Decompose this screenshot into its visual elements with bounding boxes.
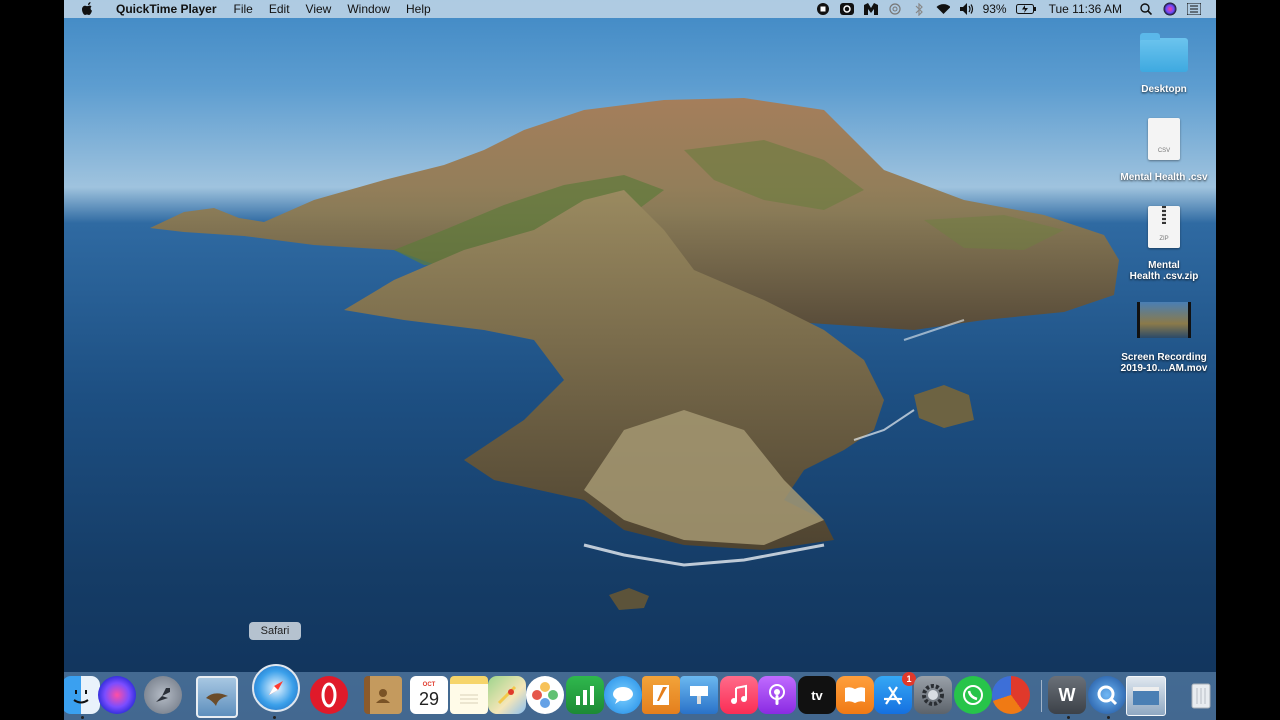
desktop-item-label: Desktopn [1141,84,1187,95]
desktop-item-video[interactable]: Screen Recording 2019-10....AM.mov [1116,302,1212,374]
desktop-item-label-line1: Screen Recording [1121,352,1207,363]
open-book-icon [845,687,865,703]
dock-keynote[interactable] [680,676,718,714]
speech-bubble-icon [613,687,633,704]
dock-contacts[interactable] [364,676,402,714]
dock-notes[interactable] [450,676,488,714]
dock-messages[interactable] [604,676,642,714]
dock-finder[interactable] [64,676,100,714]
volume-icon[interactable] [959,2,974,16]
spotlight-search-icon[interactable] [1139,2,1153,16]
app-name-menu[interactable]: QuickTime Player [108,0,226,18]
dock-apple-tv[interactable]: tv [798,676,836,714]
w-app-label: W [1058,684,1076,705]
dock-trash[interactable] [1182,676,1216,714]
dock-screenshot-window[interactable] [1126,676,1166,716]
creative-cloud-icon[interactable] [839,2,854,16]
file-type-tag: CSV [1157,148,1171,154]
dock-tooltip: Safari [249,622,301,640]
rocket-icon [156,688,170,702]
desktop-item-zip[interactable]: ZIP Mental Health .csv.zip [1116,206,1212,282]
podium-icon [690,686,708,704]
podcast-icon [769,684,785,705]
desktop-item-label-line1: Mental [1148,260,1180,271]
gear-icon [922,684,944,706]
calendar-month: OCT [422,682,436,688]
menu-view[interactable]: View [298,0,340,18]
compass-icon [269,681,283,695]
zip-file-icon: ZIP [1148,206,1180,248]
quicktime-icon [1097,685,1118,706]
file-type-tag: ZIP [1159,236,1169,242]
apple-menu-icon[interactable] [80,2,96,16]
dock-numbers[interactable] [566,676,604,714]
finder-icon [73,690,89,704]
menu-help[interactable]: Help [398,0,439,18]
video-file-icon [1137,302,1191,338]
music-note-icon [731,684,747,704]
window-thumbnail-icon [1133,687,1159,705]
desktop-item-folder[interactable]: Desktopn [1116,33,1212,95]
desktop-item-label: Mental Health .csv [1120,172,1208,183]
dock-pages[interactable] [642,676,680,714]
dock-maps[interactable] [488,676,526,714]
screen-record-stop-icon[interactable] [816,2,830,16]
contacts-icon [376,689,390,703]
dock-calendar[interactable]: OCT 29 [410,676,448,714]
bluetooth-icon[interactable] [912,2,926,16]
battery-charging-icon[interactable] [1015,2,1036,16]
photos-flower-icon [532,682,558,708]
menu-bar: QuickTime Player File Edit View Window H… [64,0,1216,18]
trash-icon [1191,683,1211,709]
whatsapp-icon [963,685,983,705]
dock-system-preferences[interactable] [914,676,952,714]
menu-window[interactable]: Window [339,0,398,18]
wifi-icon[interactable] [936,2,950,16]
dock-separator [1041,680,1042,712]
menu-edit[interactable]: Edit [261,0,298,18]
dock-pie-chart-app[interactable] [992,676,1030,714]
folder-icon [1140,33,1188,72]
calendar-day: 29 [418,689,440,709]
desktop-item-label-line2: 2019-10....AM.mov [1120,363,1208,374]
malwarebytes-icon[interactable] [863,2,878,16]
dock-books[interactable] [836,676,874,714]
desktop-item-csv[interactable]: CSV Mental Health .csv [1116,118,1212,183]
dock-podcasts[interactable] [758,676,796,714]
dock-mail[interactable] [196,676,238,718]
opera-icon [321,682,337,708]
dock-running-dot [1067,716,1070,719]
eagle-stamp-icon [206,693,228,706]
dock-photos[interactable] [526,676,564,714]
dock-opera[interactable] [310,676,348,714]
battery-percent[interactable]: 93% [983,0,1007,18]
bar-graph-icon [576,686,594,705]
dock-whatsapp[interactable] [954,676,992,714]
dock-running-dot [81,716,84,719]
notes-icon [460,694,478,704]
siri-icon[interactable] [1163,2,1177,16]
csv-file-icon: CSV [1148,118,1180,160]
desktop-item-label-line2: Health .csv.zip [1129,271,1199,282]
zip-strip [1162,206,1166,224]
dock-quicktime[interactable] [1088,676,1126,714]
pages-icon [653,685,669,705]
dock-app-store[interactable]: 1 [874,672,916,714]
menu-clock[interactable]: Tue 11:36 AM [1049,0,1122,18]
desktop-screen: QuickTime Player File Edit View Window H… [64,0,1216,720]
dock-siri[interactable] [98,676,136,714]
dock-safari[interactable] [252,664,300,712]
notification-center-icon[interactable] [1187,2,1201,16]
dock-music[interactable] [720,676,758,714]
dock-w-app[interactable]: W [1048,676,1086,714]
dock-launchpad[interactable] [144,676,182,714]
spinner-icon[interactable] [888,2,902,16]
menu-file[interactable]: File [226,0,261,18]
apple-tv-label: tv [811,687,823,703]
maps-icon [497,685,517,705]
dock-running-dot [273,716,276,719]
dock-running-dot [1107,716,1110,719]
app-store-icon [884,686,902,705]
wallpaper-landscape [150,98,1119,610]
